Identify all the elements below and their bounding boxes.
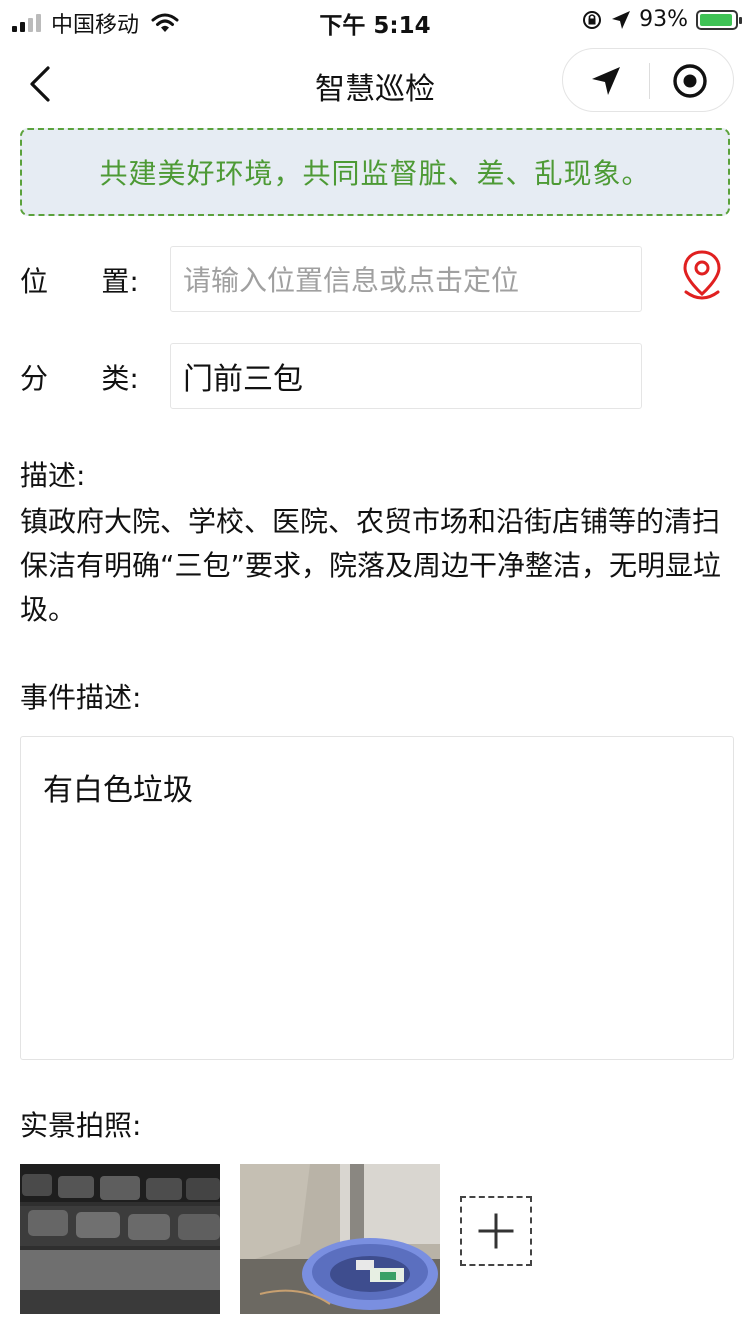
status-bar: 中国移动 下午 5:14 93% [0,0,750,40]
category-select[interactable]: 门前三包 [170,343,642,409]
orientation-lock-icon [583,10,602,29]
trash-bin-photo-image [240,1164,440,1314]
slogan-banner: 共建美好环境，共同监督脏、差、乱现象。 [20,128,730,216]
keyboard-photo[interactable] [20,1164,220,1314]
target-icon [673,64,707,98]
mini-program-capsule [562,48,734,112]
event-description-textarea[interactable]: 有白色垃圾 [20,736,734,1060]
status-right: 93% [581,7,742,32]
event-description-label: 事件描述: [20,681,142,714]
photos-label: 实景拍照: [20,1109,142,1142]
category-label: 分 类: [20,362,139,395]
navigation-button[interactable] [563,49,649,113]
location-input[interactable]: 请输入位置信息或点击定位 [170,246,642,312]
add-photo-button[interactable] [460,1196,532,1266]
keyboard-photo-image [20,1164,220,1314]
battery-fill [700,13,732,26]
description-text: 镇政府大院、学校、医院、农贸市场和沿街店铺等的清扫保洁有明确“三包”要求，院落及… [20,505,722,626]
location-row: 位 置: 请输入位置信息或点击定位 [20,246,730,312]
close-target-button[interactable] [647,49,733,113]
location-arrow-icon [612,10,631,29]
category-row: 分 类: 门前三包 [20,343,730,409]
navigation-arrow-icon [592,67,620,95]
location-placeholder: 请输入位置信息或点击定位 [183,264,520,297]
battery-percent: 93% [639,7,688,32]
description-label: 描述: [20,459,86,492]
trash-bin-photo[interactable] [240,1164,440,1314]
map-pin-icon[interactable] [680,248,724,304]
plus-icon [478,1213,514,1249]
banner-text: 共建美好环境，共同监督脏、差、乱现象。 [99,157,651,190]
category-value: 门前三包 [183,362,303,397]
nav-bar: 智慧巡检 [0,44,750,124]
event-description-value: 有白色垃圾 [43,773,193,808]
location-label: 位 置: [20,265,139,298]
battery-icon [696,9,742,30]
